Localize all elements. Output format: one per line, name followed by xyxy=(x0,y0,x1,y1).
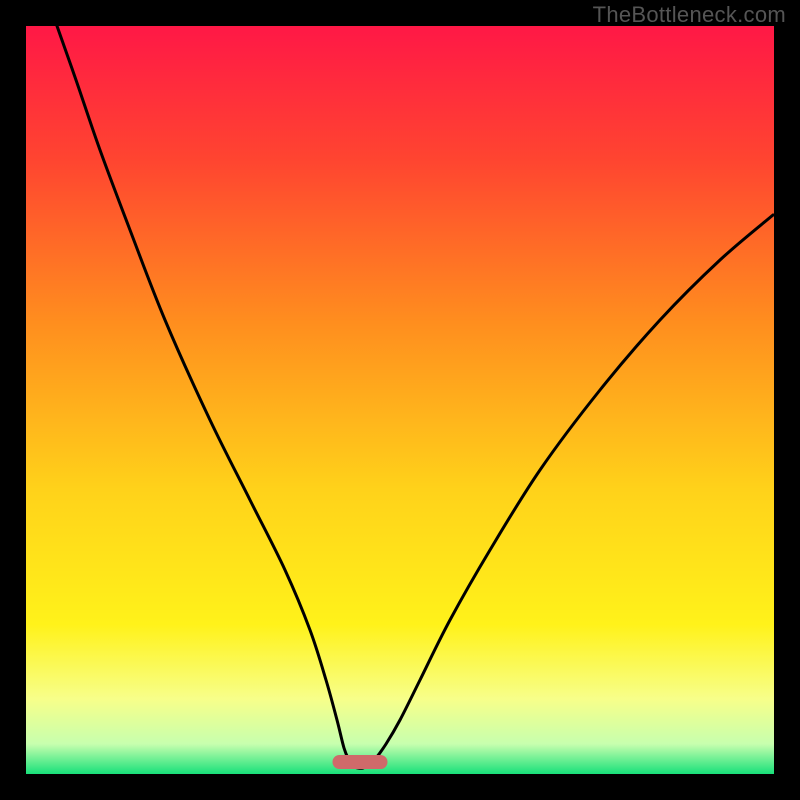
minimum-marker xyxy=(333,755,388,769)
plot-area-background xyxy=(26,26,774,774)
watermark-text: TheBottleneck.com xyxy=(593,2,786,28)
chart-frame: TheBottleneck.com xyxy=(0,0,800,800)
bottleneck-curve-chart xyxy=(0,0,800,800)
